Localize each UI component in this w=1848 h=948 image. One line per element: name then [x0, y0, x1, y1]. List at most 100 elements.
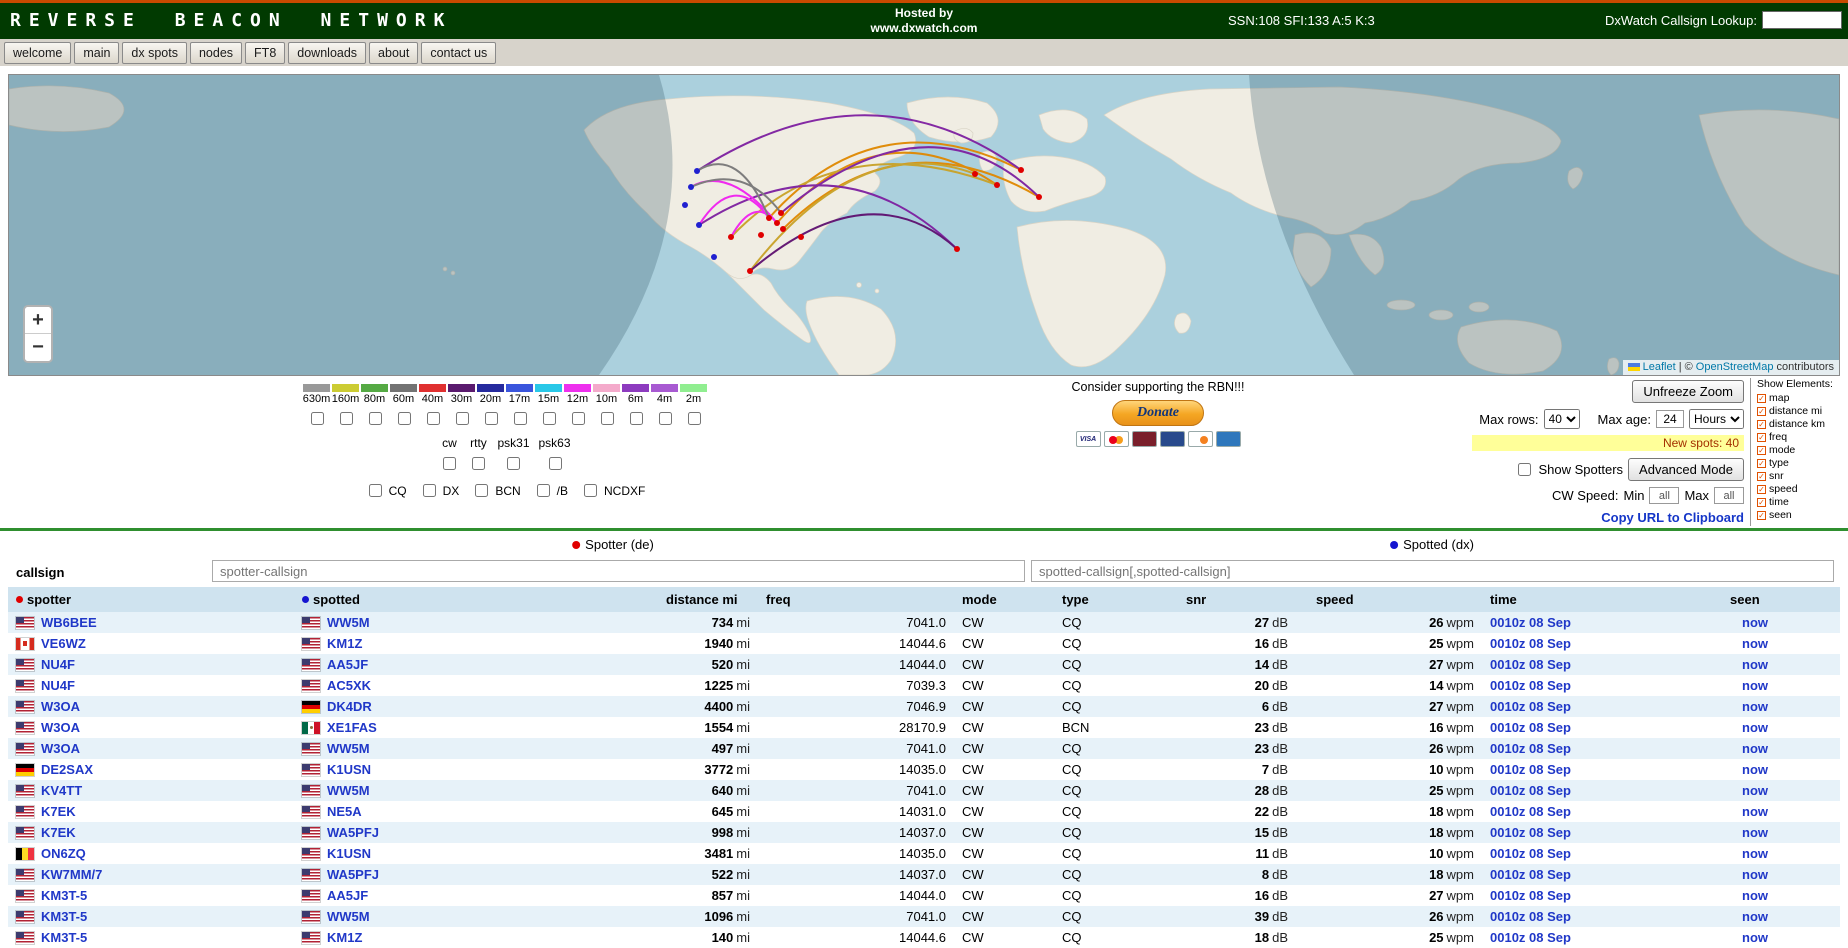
type-checkbox[interactable] — [369, 484, 382, 497]
seen-link[interactable]: now — [1742, 678, 1768, 693]
band-checkbox[interactable] — [543, 412, 556, 425]
zoom-in-button[interactable]: + — [25, 307, 51, 334]
band-checkbox[interactable] — [659, 412, 672, 425]
time-cell[interactable]: 0010z 08 Sep — [1482, 738, 1722, 759]
checked-checkbox-icon[interactable] — [1757, 407, 1766, 416]
time-cell[interactable]: 0010z 08 Sep — [1482, 822, 1722, 843]
seen-link[interactable]: now — [1742, 741, 1768, 756]
nav-item[interactable]: main — [74, 42, 119, 64]
band-checkbox[interactable] — [340, 412, 353, 425]
spotter-callsign-link[interactable]: KM3T-5 — [41, 909, 87, 924]
nav-item[interactable]: welcome — [4, 42, 71, 64]
max-rows-select[interactable]: 40 — [1544, 409, 1580, 429]
nav-item[interactable]: dx spots — [122, 42, 187, 64]
osm-link[interactable]: OpenStreetMap — [1696, 361, 1774, 373]
band-checkbox[interactable] — [630, 412, 643, 425]
nav-item[interactable]: nodes — [190, 42, 242, 64]
spotted-callsign-link[interactable]: AA5JF — [327, 888, 368, 903]
spotter-callsign-link[interactable]: KV4TT — [41, 783, 82, 798]
leaflet-link[interactable]: Leaflet — [1643, 361, 1676, 373]
band-checkbox[interactable] — [514, 412, 527, 425]
seen-link[interactable]: now — [1742, 762, 1768, 777]
spotted-callsign-link[interactable]: NE5A — [327, 804, 362, 819]
spotted-callsign-link[interactable]: WW5M — [327, 741, 370, 756]
spotted-callsign-link[interactable]: WW5M — [327, 783, 370, 798]
time-cell[interactable]: 0010z 08 Sep — [1482, 654, 1722, 675]
type-checkbox[interactable] — [475, 484, 488, 497]
seen-link[interactable]: now — [1742, 825, 1768, 840]
spotted-callsign-link[interactable]: AA5JF — [327, 657, 368, 672]
spotted-callsign-link[interactable]: K1USN — [327, 762, 371, 777]
donate-button[interactable]: Donate — [1112, 400, 1204, 426]
band-checkbox[interactable] — [427, 412, 440, 425]
copy-url-link[interactable]: Copy URL to Clipboard — [1601, 510, 1744, 525]
band-checkbox[interactable] — [572, 412, 585, 425]
seen-link[interactable]: now — [1742, 804, 1768, 819]
spotter-callsign-link[interactable]: W3OA — [41, 699, 80, 714]
zoom-out-button[interactable]: − — [25, 334, 51, 361]
spotter-callsign-link[interactable]: KM3T-5 — [41, 888, 87, 903]
mode-checkbox[interactable] — [472, 457, 485, 470]
spotted-callsign-input[interactable] — [1031, 560, 1834, 582]
checked-checkbox-icon[interactable] — [1757, 394, 1766, 403]
spotter-callsign-link[interactable]: W3OA — [41, 741, 80, 756]
spotted-callsign-link[interactable]: KM1Z — [327, 930, 362, 945]
spotted-callsign-link[interactable]: KM1Z — [327, 636, 362, 651]
spotted-callsign-link[interactable]: WA5PFJ — [327, 825, 379, 840]
time-cell[interactable]: 0010z 08 Sep — [1482, 864, 1722, 885]
checked-checkbox-icon[interactable] — [1757, 459, 1766, 468]
spotter-callsign-link[interactable]: VE6WZ — [41, 636, 86, 651]
spotter-callsign-link[interactable]: NU4F — [41, 678, 75, 693]
spotter-callsign-link[interactable]: NU4F — [41, 657, 75, 672]
band-checkbox[interactable] — [456, 412, 469, 425]
seen-link[interactable]: now — [1742, 783, 1768, 798]
time-cell[interactable]: 0010z 08 Sep — [1482, 675, 1722, 696]
band-checkbox[interactable] — [601, 412, 614, 425]
seen-link[interactable]: now — [1742, 909, 1768, 924]
type-checkbox[interactable] — [584, 484, 597, 497]
spotter-callsign-link[interactable]: KM3T-5 — [41, 930, 87, 945]
mode-checkbox[interactable] — [443, 457, 456, 470]
spotter-callsign-link[interactable]: DE2SAX — [41, 762, 93, 777]
time-cell[interactable]: 0010z 08 Sep — [1482, 780, 1722, 801]
spotted-callsign-link[interactable]: WW5M — [327, 615, 370, 630]
nav-item[interactable]: downloads — [288, 42, 366, 64]
time-cell[interactable]: 0010z 08 Sep — [1482, 696, 1722, 717]
show-spotters-checkbox[interactable] — [1518, 463, 1531, 476]
spotter-callsign-link[interactable]: ON6ZQ — [41, 846, 86, 861]
callsign-lookup-input[interactable] — [1762, 11, 1842, 29]
max-age-unit-select[interactable]: Hours — [1689, 409, 1744, 429]
time-cell[interactable]: 0010z 08 Sep — [1482, 906, 1722, 927]
spotted-callsign-link[interactable]: WA5PFJ — [327, 867, 379, 882]
time-cell[interactable]: 0010z 08 Sep — [1482, 717, 1722, 738]
map-section[interactable]: + − Leaflet | © OpenStreetMap contributo… — [8, 74, 1840, 376]
type-checkbox[interactable] — [423, 484, 436, 497]
band-checkbox[interactable] — [485, 412, 498, 425]
time-cell[interactable]: 0010z 08 Sep — [1482, 759, 1722, 780]
checked-checkbox-icon[interactable] — [1757, 446, 1766, 455]
spotted-callsign-link[interactable]: K1USN — [327, 846, 371, 861]
band-checkbox[interactable] — [398, 412, 411, 425]
seen-link[interactable]: now — [1742, 636, 1768, 651]
checked-checkbox-icon[interactable] — [1757, 472, 1766, 481]
time-cell[interactable]: 0010z 08 Sep — [1482, 633, 1722, 654]
seen-link[interactable]: now — [1742, 888, 1768, 903]
spotter-callsign-link[interactable]: K7EK — [41, 804, 76, 819]
mode-checkbox[interactable] — [507, 457, 520, 470]
nav-item[interactable]: FT8 — [245, 42, 285, 64]
spotted-callsign-link[interactable]: DK4DR — [327, 699, 372, 714]
checked-checkbox-icon[interactable] — [1757, 498, 1766, 507]
seen-link[interactable]: now — [1742, 720, 1768, 735]
seen-link[interactable]: now — [1742, 930, 1768, 945]
spotter-callsign-link[interactable]: KW7MM/7 — [41, 867, 102, 882]
unfreeze-zoom-button[interactable]: Unfreeze Zoom — [1632, 380, 1744, 403]
nav-item[interactable]: contact us — [421, 42, 496, 64]
checked-checkbox-icon[interactable] — [1757, 511, 1766, 520]
time-cell[interactable]: 0010z 08 Sep — [1482, 801, 1722, 822]
time-cell[interactable]: 0010z 08 Sep — [1482, 885, 1722, 906]
max-age-input[interactable] — [1656, 410, 1684, 428]
checked-checkbox-icon[interactable] — [1757, 433, 1766, 442]
seen-link[interactable]: now — [1742, 867, 1768, 882]
cw-speed-max-input[interactable] — [1714, 487, 1744, 504]
seen-link[interactable]: now — [1742, 615, 1768, 630]
